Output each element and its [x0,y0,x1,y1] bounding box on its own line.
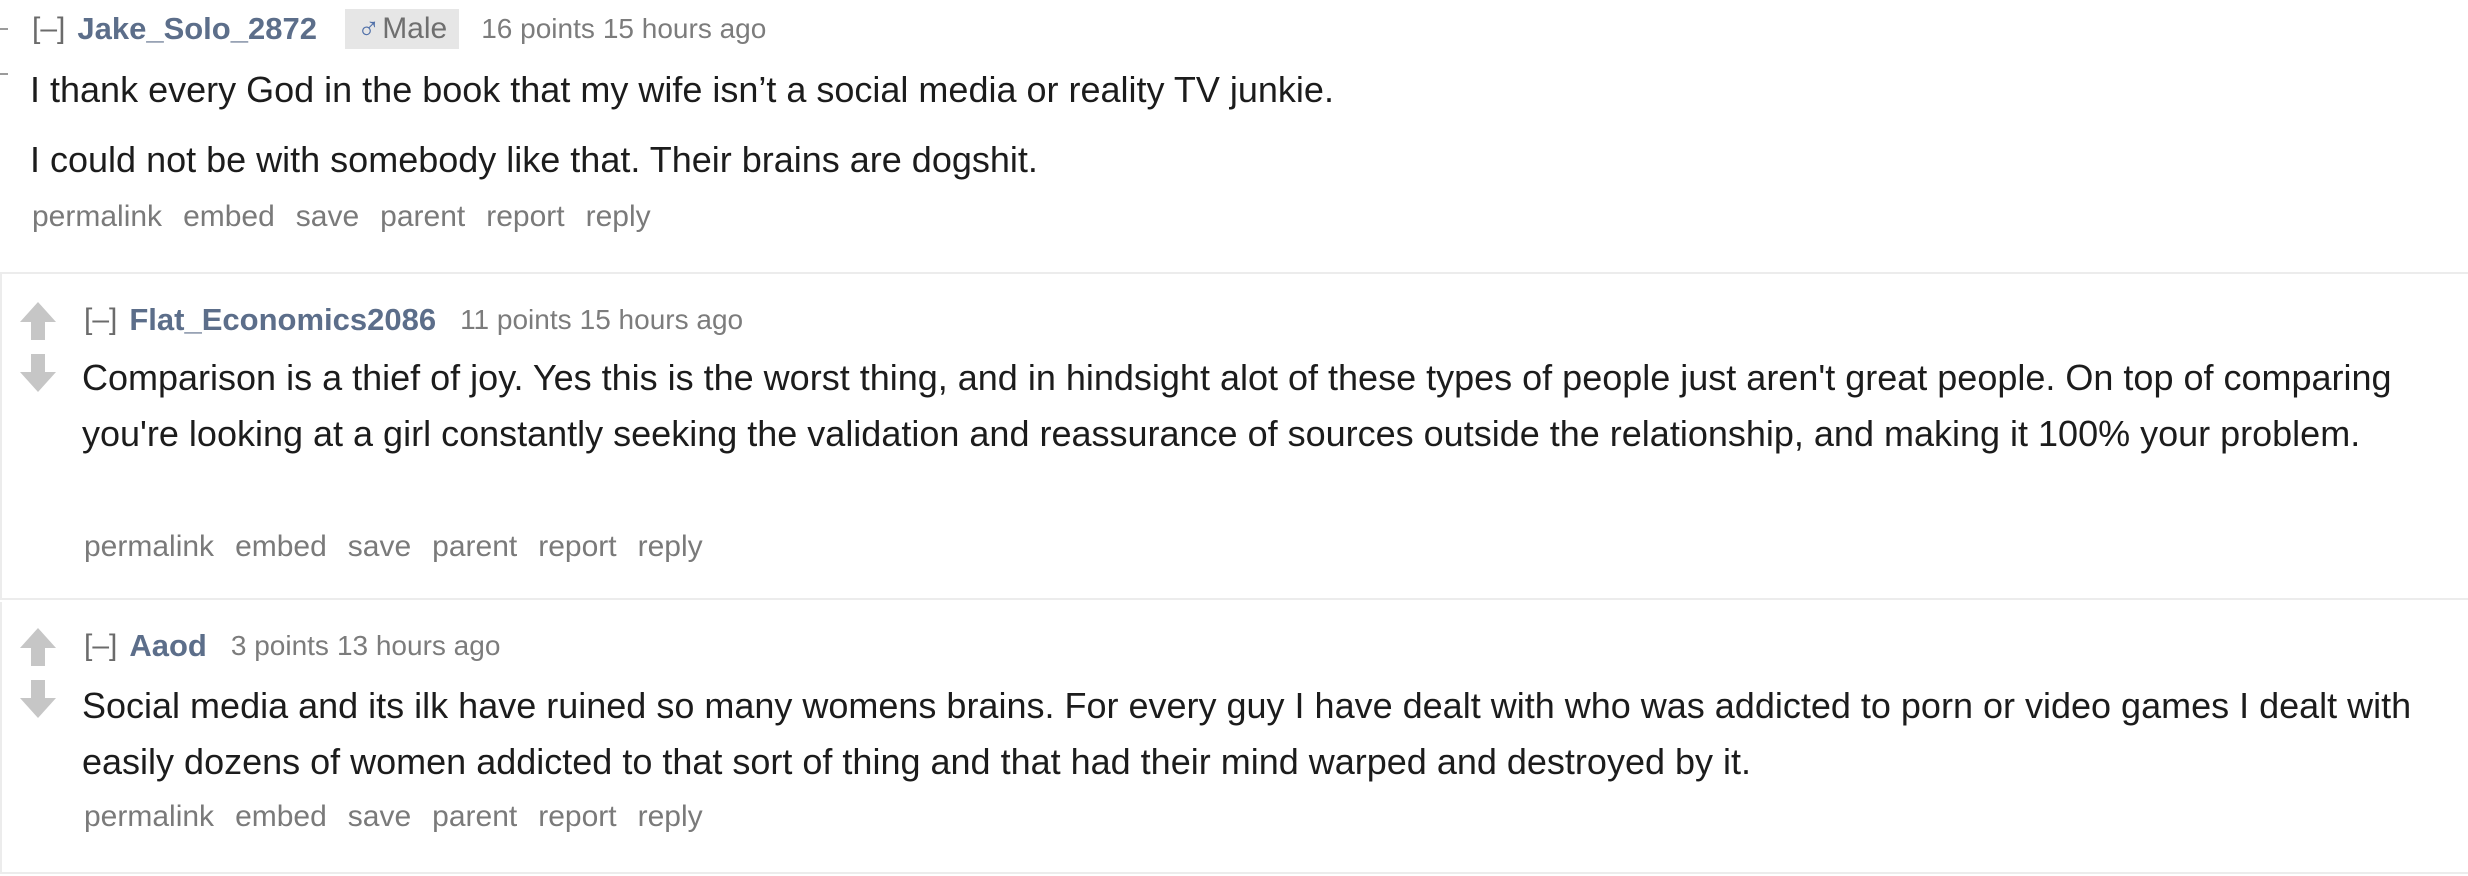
flair-text: Male [382,12,448,45]
comment-body: Social media and its ilk have ruined so … [82,678,2452,790]
parent-link[interactable]: parent [432,530,517,564]
reply-link[interactable]: reply [638,530,703,564]
comment-author[interactable]: Aaod [129,628,207,664]
comment-score: 11 points [460,304,572,335]
save-link[interactable]: save [296,200,359,234]
comment-paragraph: I could not be with somebody like that. … [30,139,1038,180]
comment: [–] Flat_Economics2086 11 points 15 hour… [0,272,2468,600]
thread-edge-mark [0,28,8,30]
comment-tagline: [–] Jake_Solo_2872 ♂ Male 16 points 15 h… [32,7,766,51]
report-link[interactable]: report [538,530,616,564]
comment-actions: permalink embed save parent report reply [84,530,724,564]
save-link[interactable]: save [348,800,411,834]
comment: [–] Jake_Solo_2872 ♂ Male 16 points 15 h… [0,0,2468,270]
reply-link[interactable]: reply [638,800,703,834]
comment-thread: [–] Jake_Solo_2872 ♂ Male 16 points 15 h… [0,0,2468,876]
user-flair: ♂ Male [344,9,460,49]
embed-link[interactable]: embed [235,800,327,834]
comment-score: 3 points [230,630,329,661]
report-link[interactable]: report [538,800,616,834]
comment-tagline: [–] Flat_Economics2086 11 points 15 hour… [84,298,743,342]
parent-link[interactable]: parent [380,200,465,234]
embed-link[interactable]: embed [235,530,327,564]
downvote-arrow-icon[interactable] [18,678,58,720]
thread-edge-mark [0,73,8,75]
collapse-toggle[interactable]: [–] [32,12,65,46]
permalink-link[interactable]: permalink [84,530,214,564]
reply-link[interactable]: reply [586,200,651,234]
comment-author[interactable]: Jake_Solo_2872 [77,11,317,47]
comment-tagline: [–] Aaod 3 points 13 hours ago [84,624,500,668]
comment-score: 16 points [481,13,595,44]
downvote-arrow-icon[interactable] [18,352,58,394]
comment-body: Comparison is a thief of joy. Yes this i… [82,350,2452,462]
comment-author[interactable]: Flat_Economics2086 [129,302,436,338]
comment-body: I thank every God in the book that my wi… [30,62,2430,188]
save-link[interactable]: save [348,530,411,564]
upvote-arrow-icon[interactable] [18,626,58,668]
upvote-arrow-icon[interactable] [18,300,58,342]
permalink-link[interactable]: permalink [32,200,162,234]
male-symbol-icon: ♂ [356,11,381,46]
permalink-link[interactable]: permalink [84,800,214,834]
comment-actions: permalink embed save parent report reply [84,800,724,834]
comment-timestamp: 15 hours ago [579,304,744,335]
comment: [–] Aaod 3 points 13 hours ago Social me… [0,602,2468,874]
parent-link[interactable]: parent [432,800,517,834]
collapse-toggle[interactable]: [–] [84,629,117,663]
comment-paragraph: Social media and its ilk have ruined so … [82,685,2412,782]
collapse-toggle[interactable]: [–] [84,303,117,337]
comment-paragraph: Comparison is a thief of joy. Yes this i… [82,357,2392,454]
comment-timestamp: 15 hours ago [602,13,767,44]
comment-timestamp: 13 hours ago [336,630,501,661]
embed-link[interactable]: embed [183,200,275,234]
report-link[interactable]: report [486,200,564,234]
comment-paragraph: I thank every God in the book that my wi… [30,69,1334,110]
comment-actions: permalink embed save parent report reply [32,200,672,234]
